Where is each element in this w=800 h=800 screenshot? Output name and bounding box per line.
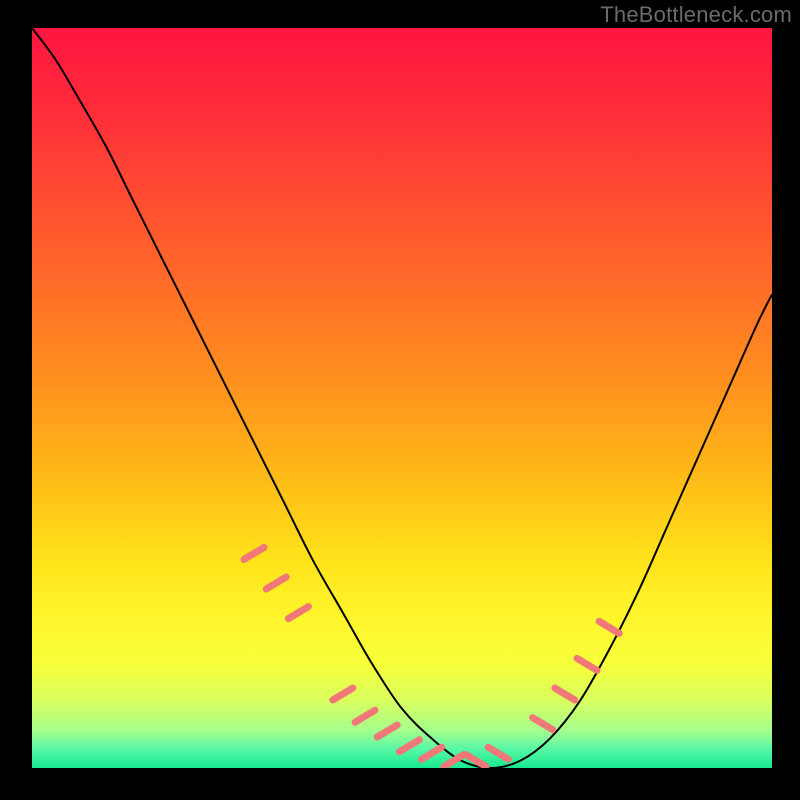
highlight-dash [399, 740, 419, 752]
highlight-dash [266, 577, 286, 589]
highlight-dash [333, 688, 353, 700]
highlight-dash [377, 725, 397, 737]
highlight-dash [488, 747, 508, 759]
highlight-dash [422, 747, 442, 759]
bottleneck-curve [32, 28, 772, 768]
highlight-dash [555, 688, 575, 700]
highlight-dash [288, 607, 308, 619]
plot-area [32, 28, 772, 768]
bottleneck-curve-path [32, 28, 772, 768]
highlight-dash [577, 658, 597, 670]
highlight-dash [599, 621, 619, 633]
chart-frame: TheBottleneck.com [0, 0, 800, 800]
highlight-dots-group [244, 547, 619, 766]
highlight-dash [533, 718, 553, 730]
highlight-dash [244, 547, 264, 559]
highlight-dash [355, 710, 375, 722]
watermark-text: TheBottleneck.com [600, 2, 792, 28]
